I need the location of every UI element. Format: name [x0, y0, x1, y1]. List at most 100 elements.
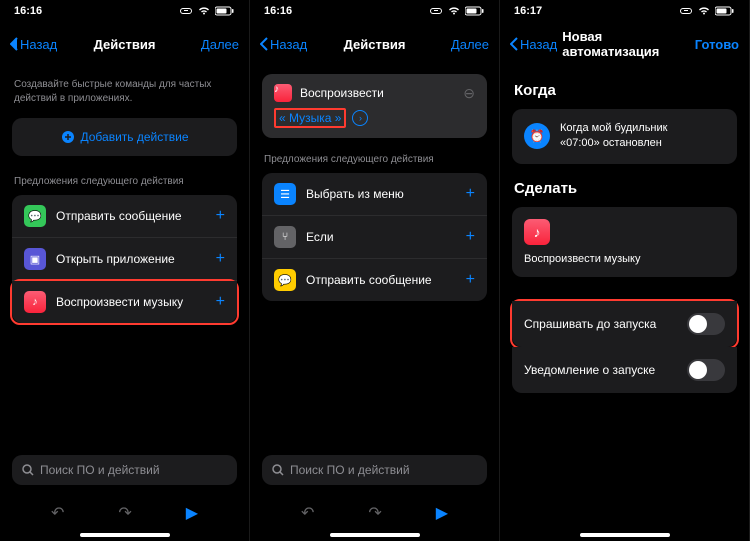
screen-1-actions: 16:16 Назад Действия Далее Создавайте бы… [0, 0, 250, 541]
status-time: 16:17 [514, 5, 542, 17]
suggestion-send-message[interactable]: 💬 Отправить сообщение + [12, 195, 237, 238]
app-icon: ▣ [24, 248, 46, 270]
alarm-icon: ⏰ [524, 123, 550, 149]
expand-icon[interactable]: › [352, 110, 368, 126]
play-button[interactable]: ▶ [186, 503, 198, 523]
hint-text: Создавайте быстрые команды для частых де… [14, 78, 235, 106]
add-icon: + [466, 271, 475, 289]
highlight-box: Спрашивать до запуска [510, 299, 739, 349]
suggestion-label: Если [306, 230, 456, 244]
status-time: 16:16 [14, 5, 42, 17]
status-bar: 16:16 [250, 0, 499, 22]
back-button[interactable]: Назад [10, 37, 57, 52]
music-app-icon: ♪ [524, 219, 550, 245]
search-icon [22, 464, 34, 476]
action-card-body: « Музыка » › [274, 108, 475, 128]
undo-button[interactable]: ↶ [51, 503, 64, 523]
action-label: Воспроизвести [300, 86, 384, 100]
home-indicator[interactable] [330, 533, 420, 537]
action-param-highlight: « Музыка » [274, 108, 346, 128]
when-text-line1: Когда мой будильник [560, 121, 667, 136]
do-action-label: Воспроизвести музыку [524, 253, 725, 265]
do-action-card[interactable]: ♪ Воспроизвести музыку [512, 207, 737, 277]
chevron-left-icon [10, 37, 18, 51]
back-button[interactable]: Назад [510, 37, 557, 52]
suggestion-if[interactable]: ⑂ Если + [262, 216, 487, 259]
redo-button[interactable]: ↷ [368, 503, 381, 523]
search-input[interactable]: Поиск ПО и действий [262, 455, 487, 485]
search-icon [272, 464, 284, 476]
ask-before-run-toggle[interactable] [687, 313, 725, 335]
menu-icon: ☰ [274, 183, 296, 205]
bottom-toolbar: ↶ ↷ ▶ [0, 503, 249, 523]
nav-title: Новая автоматизация [562, 29, 687, 59]
nav-bar: Назад Действия Далее [250, 22, 499, 66]
add-icon: + [216, 207, 225, 225]
add-icon: + [216, 293, 225, 311]
action-param[interactable]: « Музыка » [279, 111, 341, 125]
add-action-button[interactable]: Добавить действие [12, 118, 237, 156]
search-placeholder: Поиск ПО и действий [290, 463, 410, 477]
battery-icon [715, 6, 735, 16]
undo-button[interactable]: ↶ [301, 503, 314, 523]
nav-title: Действия [94, 37, 156, 52]
chevron-left-icon [510, 37, 518, 51]
suggestion-label: Отправить сообщение [306, 273, 456, 287]
wifi-icon [447, 6, 461, 16]
plus-circle-icon [61, 130, 75, 144]
redo-button[interactable]: ↷ [118, 503, 131, 523]
content-area: Создавайте быстрые команды для частых де… [0, 78, 249, 325]
when-text-line2: «07:00» остановлен [560, 136, 667, 151]
highlight-box: ♪ Воспроизвести музыку + [10, 279, 239, 325]
nav-bar: Назад Новая автоматизация Готово [500, 22, 749, 66]
back-button[interactable]: Назад [260, 37, 307, 52]
status-bar: 16:17 [500, 0, 749, 22]
status-bar: 16:16 [0, 0, 249, 22]
when-text: Когда мой будильник «07:00» остановлен [560, 121, 667, 152]
add-icon: + [466, 185, 475, 203]
suggestion-play-music[interactable]: ♪ Воспроизвести музыку + [12, 281, 237, 323]
when-condition-card[interactable]: ⏰ Когда мой будильник «07:00» остановлен [512, 109, 737, 164]
back-label: Назад [270, 37, 307, 52]
do-section-title: Сделать [514, 180, 735, 197]
wifi-icon [697, 6, 711, 16]
next-button[interactable]: Далее [201, 37, 239, 52]
home-indicator[interactable] [580, 533, 670, 537]
suggestions-header: Предложения следующего действия [264, 154, 485, 165]
suggestions-header: Предложения следующего действия [14, 176, 235, 187]
branch-icon: ⑂ [274, 226, 296, 248]
notify-on-run-toggle[interactable] [687, 359, 725, 381]
nav-title: Действия [344, 37, 406, 52]
suggestion-choose-menu[interactable]: ☰ Выбрать из меню + [262, 173, 487, 216]
notify-on-run-row: Уведомление о запуске [512, 347, 737, 393]
status-icons [679, 6, 735, 16]
status-icons [429, 6, 485, 16]
wifi-icon [197, 6, 211, 16]
content-area: ♪ Воспроизвести ⊖ « Музыка » › Предложен… [250, 74, 499, 301]
add-action-label: Добавить действие [81, 130, 189, 144]
battery-icon [215, 6, 235, 16]
suggestion-send-message[interactable]: 💬 Отправить сообщение + [262, 259, 487, 301]
dismiss-button[interactable]: ⊖ [463, 85, 475, 102]
suggestion-open-app[interactable]: ▣ Открыть приложение + [12, 238, 237, 281]
search-input[interactable]: Поиск ПО и действий [12, 455, 237, 485]
ask-before-run-row: Спрашивать до запуска [512, 301, 737, 347]
when-section-title: Когда [514, 82, 735, 99]
bottom-toolbar: ↶ ↷ ▶ [250, 503, 499, 523]
music-icon: ♪ [24, 291, 46, 313]
link-icon [429, 6, 443, 16]
home-indicator[interactable] [80, 533, 170, 537]
suggestion-label: Выбрать из меню [306, 187, 456, 201]
play-action-card[interactable]: ♪ Воспроизвести ⊖ « Музыка » › [262, 74, 487, 138]
screen-3-new-automation: 16:17 Назад Новая автоматизация Готово К… [500, 0, 750, 541]
status-icons [179, 6, 235, 16]
message-icon: 💬 [24, 205, 46, 227]
content-area: Когда ⏰ Когда мой будильник «07:00» оста… [500, 82, 749, 393]
done-button[interactable]: Готово [695, 37, 739, 52]
chevron-left-icon [260, 37, 268, 51]
play-button[interactable]: ▶ [436, 503, 448, 523]
message-icon: 💬 [274, 269, 296, 291]
next-button[interactable]: Далее [451, 37, 489, 52]
add-icon: + [466, 228, 475, 246]
back-label: Назад [20, 37, 57, 52]
